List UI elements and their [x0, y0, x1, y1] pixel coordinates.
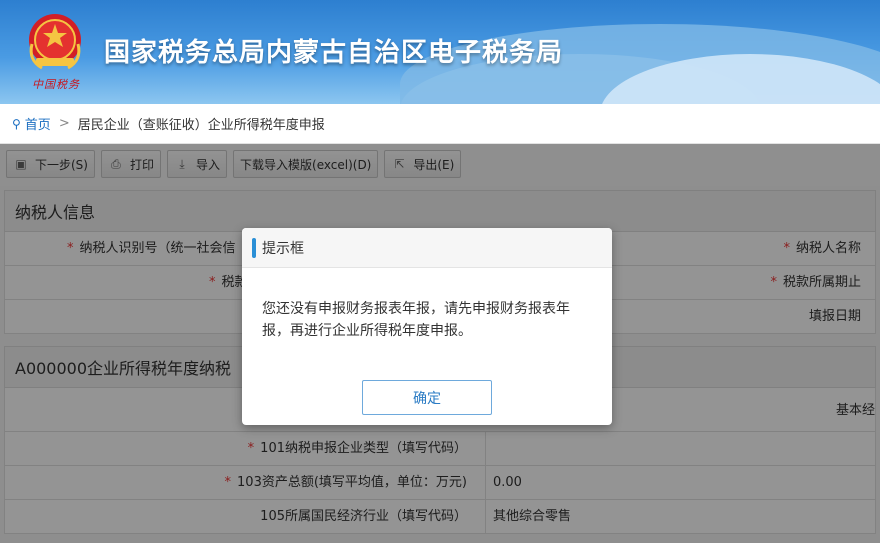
- app-window: 中国税务 国家税务总局内蒙古自治区电子税务局 ⚲ 首页 > 居民企业（查账征收）…: [0, 0, 880, 543]
- tax-emblem-logo: [29, 14, 81, 70]
- breadcrumb-separator: >: [58, 116, 70, 131]
- emblem-caption: 中国税务: [32, 78, 80, 91]
- dialog-title: 提示框: [262, 240, 304, 257]
- prompt-dialog: 提示框 您还没有申报财务报表年报，请先申报财务报表年报，再进行企业所得税年度申报…: [242, 228, 612, 425]
- site-title: 国家税务总局内蒙古自治区电子税务局: [104, 38, 564, 68]
- breadcrumb-current: 居民企业（查账征收）企业所得税年度申报: [77, 118, 325, 133]
- breadcrumb: ⚲ 首页 > 居民企业（查账征收）企业所得税年度申报: [0, 104, 880, 144]
- dialog-accent-bar: [252, 237, 256, 258]
- confirm-button[interactable]: 确定: [362, 380, 492, 415]
- breadcrumb-home-link[interactable]: 首页: [25, 114, 51, 133]
- dialog-header: 提示框: [242, 228, 612, 268]
- location-pin-icon: ⚲: [12, 116, 21, 131]
- dialog-footer: 确定: [242, 380, 612, 415]
- header-banner: 中国税务 国家税务总局内蒙古自治区电子税务局: [0, 0, 880, 104]
- dialog-message: 您还没有申报财务报表年报，请先申报财务报表年报，再进行企业所得税年度申报。: [262, 301, 570, 339]
